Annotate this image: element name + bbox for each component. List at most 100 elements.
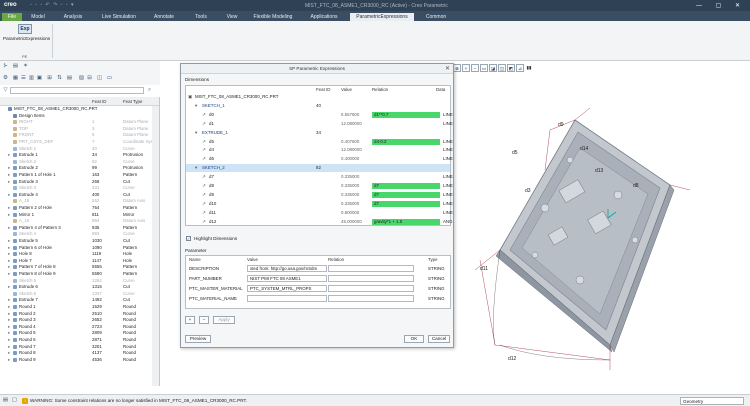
tree-row[interactable]: ▸ Round 6 2871 Round bbox=[0, 337, 159, 343]
tab-tools[interactable]: Tools bbox=[186, 13, 216, 21]
refit-icon[interactable]: ⊕ bbox=[453, 64, 461, 72]
parameter-relation-field[interactable] bbox=[328, 275, 414, 282]
tree-row[interactable]: ▸ Extrude 2 99 Protrusion bbox=[0, 165, 159, 171]
tree-row[interactable]: ▸ Extrude 1 34 Protrusion bbox=[0, 152, 159, 158]
tab-file[interactable]: File bbox=[2, 12, 22, 21]
dimension-row[interactable]: ↗ d10 0.335000 d7 LINE bbox=[186, 200, 453, 208]
tree-row[interactable]: ▸ Extrude 7 1492 Cut bbox=[0, 297, 159, 303]
parametric-expressions-button[interactable]: Exp ParametricExpressions bbox=[3, 24, 50, 50]
dimension-row[interactable]: ↗ d6 0.400000 LINE bbox=[186, 155, 453, 163]
dim-label-d8[interactable]: d8 bbox=[633, 183, 639, 189]
dimension-row[interactable]: ↗ d8 0.335000 d7 LINE bbox=[186, 182, 453, 190]
parameter-value-field[interactable]: NIST PMI FTC 08 ASME1 bbox=[247, 275, 327, 282]
expand-arrow-icon[interactable]: ▸ bbox=[8, 179, 10, 185]
dimension-relation-field[interactable]: d1**0.7 bbox=[372, 111, 440, 118]
expand-arrow-icon[interactable]: ▸ bbox=[8, 245, 10, 251]
tree-row[interactable]: ▸ Mirror 1 811 Mirror bbox=[0, 212, 159, 218]
tree-row[interactable]: ▸ Round 3 2652 Round bbox=[0, 317, 159, 323]
column-header-feat-id[interactable]: Feat ID bbox=[92, 99, 106, 104]
expand-arrow-icon[interactable]: ▸ bbox=[8, 324, 10, 330]
tree-row[interactable]: ▸ Pattern 2 of Hole 764 Pattern bbox=[0, 205, 159, 211]
tab-common[interactable]: Common bbox=[418, 13, 454, 21]
tree-row[interactable]: MIST_FTC_08_ASME1_CR3000_RC.PRT bbox=[0, 106, 159, 112]
display-style-icon[interactable]: ◩ bbox=[507, 64, 515, 72]
sort-icon[interactable]: ⇅ bbox=[56, 75, 63, 82]
dim-label-d13[interactable]: d13 bbox=[595, 168, 604, 174]
expand-arrow-icon[interactable]: ▸ bbox=[8, 192, 10, 198]
node-toggle-icon[interactable]: ▾ bbox=[195, 102, 197, 110]
expand-arrow-icon[interactable]: ▸ bbox=[8, 165, 10, 171]
tree-row[interactable]: ▸ Extrude 3 268 Cut bbox=[0, 179, 159, 185]
expand-arrow-icon[interactable]: ▸ bbox=[8, 212, 10, 218]
parameter-relation-field[interactable] bbox=[328, 295, 414, 302]
tree-search-input[interactable] bbox=[10, 87, 144, 94]
dim-label-d3[interactable]: d3 bbox=[525, 188, 531, 194]
tree-row[interactable]: A_15 552 Datum Axis bbox=[0, 198, 159, 204]
tree-row[interactable]: ▸ Hole 8 1119 Hole bbox=[0, 251, 159, 257]
list-icon[interactable]: ☰ bbox=[20, 75, 27, 82]
expand-arrow-icon[interactable]: ▸ bbox=[8, 344, 10, 350]
window-controls[interactable]: — ▢ ✕ bbox=[696, 2, 746, 9]
dimension-relation-field[interactable] bbox=[372, 174, 440, 180]
dim-label-d5[interactable]: d5 bbox=[512, 150, 518, 156]
tree-row[interactable]: ▸ Extrude 4 400 Cut bbox=[0, 192, 159, 198]
tree-row[interactable]: Sketch 6 1337 Curve bbox=[0, 291, 159, 297]
node-toggle-icon[interactable]: ▾ bbox=[195, 164, 197, 172]
tree-row[interactable]: ▸ Extrude 5 1030 Cut bbox=[0, 238, 159, 244]
tab-applications[interactable]: Applications bbox=[302, 13, 346, 21]
dimension-relation-field[interactable] bbox=[372, 147, 440, 153]
dimension-row[interactable]: ↗ d7 0.335000 LINE bbox=[186, 173, 453, 181]
dimension-relation-field[interactable]: d7 bbox=[372, 191, 440, 198]
parameter-row[interactable]: PART_NUMBER NIST PMI FTC 08 ASME1 STRING bbox=[186, 274, 450, 283]
dimension-row[interactable]: ↗ d4 12.080000 LINE bbox=[186, 146, 453, 154]
tree-row[interactable]: RIGHT 1 Datum Plane bbox=[0, 119, 159, 125]
tab-view[interactable]: View bbox=[220, 13, 244, 21]
param-header-value[interactable]: Value bbox=[247, 257, 258, 262]
tree-row[interactable]: Sketch 4 993 Curve bbox=[0, 231, 159, 237]
tree-row[interactable]: ▸ Round 7 3201 Round bbox=[0, 344, 159, 350]
grid-icon[interactable]: ▦ bbox=[12, 75, 19, 82]
highlight-dimensions-checkbox[interactable]: ✓ bbox=[186, 236, 191, 241]
dimension-relation-field[interactable] bbox=[372, 121, 440, 127]
parameter-relation-field[interactable] bbox=[328, 265, 414, 272]
datum-display-icon[interactable]: ⊿ bbox=[516, 64, 524, 72]
remove-parameter-button[interactable]: − bbox=[199, 316, 209, 324]
parameter-value-field[interactable] bbox=[247, 295, 327, 302]
selection-filter-dropdown[interactable]: Geometry bbox=[680, 397, 744, 405]
dim-label-d14[interactable]: d14 bbox=[580, 146, 589, 152]
ok-button[interactable]: OK bbox=[404, 335, 424, 343]
tree-row[interactable]: ▸ Pattern 1 of Hole 1 163 Pattern bbox=[0, 172, 159, 178]
tree-row[interactable]: Sketch 1 40 Curve bbox=[0, 146, 159, 152]
star-icon[interactable]: ✶ bbox=[22, 63, 29, 70]
tree-row[interactable]: FRONT 5 Datum Plane bbox=[0, 132, 159, 138]
dimension-relation-field[interactable] bbox=[372, 156, 440, 162]
expand-arrow-icon[interactable]: ▸ bbox=[8, 172, 10, 178]
tree-row[interactable]: ▸ Round 8 4137 Round bbox=[0, 350, 159, 356]
filter-tree-icon[interactable]: ⊞ bbox=[46, 75, 53, 82]
param-header-relation[interactable]: Relation bbox=[328, 257, 344, 262]
dimension-row[interactable]: ↗ d12 45.000000 gravity*1 + 1.5 ANG bbox=[186, 218, 453, 226]
display-icon[interactable]: ▭ bbox=[106, 75, 113, 82]
search-icon[interactable]: ⌕ bbox=[146, 87, 153, 94]
parameter-row[interactable]: PTC_MATERIAL_NAME STRING bbox=[186, 294, 450, 303]
dimension-relation-field[interactable]: gravity*1 + 1.5 bbox=[372, 218, 440, 225]
preview-button[interactable]: Preview bbox=[185, 335, 211, 343]
expand-arrow-icon[interactable]: ▸ bbox=[8, 304, 10, 310]
apply-button[interactable]: Apply bbox=[213, 316, 235, 324]
expand-arrow-icon[interactable]: ▸ bbox=[8, 337, 10, 343]
tree-row[interactable]: Sketch 3 331 Curve bbox=[0, 185, 159, 191]
layers-icon[interactable]: ▤ bbox=[66, 75, 73, 82]
dimension-row[interactable]: ▾ SKETCH_2 82 bbox=[186, 164, 450, 173]
param-header-name[interactable]: Name bbox=[189, 257, 201, 262]
tree-row[interactable]: ▸ Pattern 6 of Hole 1090 Pattern bbox=[0, 245, 159, 251]
node-toggle-icon[interactable]: ▾ bbox=[195, 129, 197, 137]
expand-arrow-icon[interactable]: ▸ bbox=[8, 152, 10, 158]
column-header-relation[interactable]: Relation bbox=[372, 87, 388, 92]
tree-row[interactable]: ▸ Round 9 4536 Round bbox=[0, 357, 159, 363]
column-header-value[interactable]: Value bbox=[341, 87, 352, 92]
parameter-relation-field[interactable] bbox=[328, 285, 414, 292]
parameter-value-field[interactable]: xted from: http://go.usa.gov/mSdm bbox=[247, 265, 327, 272]
find-icon[interactable]: ◫ bbox=[96, 75, 103, 82]
dimension-row[interactable]: ▾ SKETCH_1 40 bbox=[186, 102, 450, 110]
tree-row[interactable]: ▸ Hole 7 1147 Hole bbox=[0, 258, 159, 264]
